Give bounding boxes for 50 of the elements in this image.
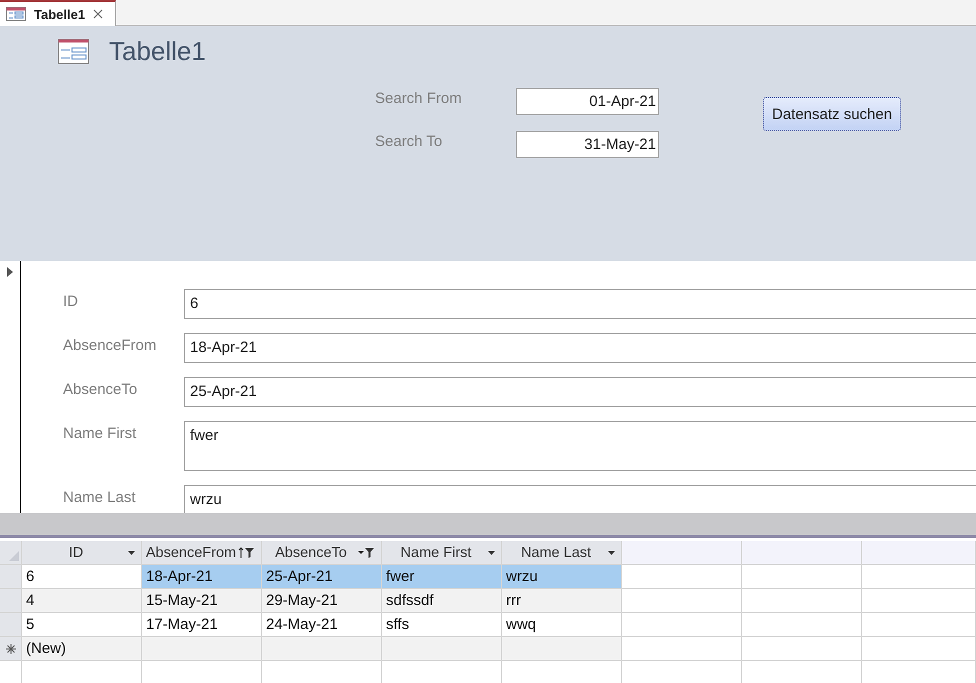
table-cell: wrzu — [502, 565, 622, 589]
table-cell: 4 — [22, 589, 142, 613]
table-cell: 6 — [22, 565, 142, 589]
dropdown-icon — [608, 550, 615, 554]
table-cell: sffs — [382, 613, 502, 637]
document-tab[interactable]: Tabelle1 — [0, 0, 116, 26]
close-icon — [93, 9, 104, 19]
sort-filter-icon — [238, 546, 255, 558]
field-label: AbsenceTo — [63, 380, 138, 400]
table-cell: 25-Apr-21 — [262, 565, 382, 589]
table-cell: 5 — [22, 613, 142, 637]
date-field[interactable]: 31-May-21 — [516, 131, 659, 158]
select-all-corner[interactable] — [0, 541, 22, 565]
field-label: Search From — [375, 90, 463, 107]
field-label: Name First — [63, 424, 138, 444]
date-field[interactable]: 01-Apr-21 — [516, 88, 659, 115]
dropdown-icon — [488, 550, 495, 554]
column-header[interactable]: AbsenceFrom — [142, 541, 262, 565]
table-cell: 17-May-21 — [142, 613, 262, 637]
column-header[interactable]: ID — [22, 541, 142, 565]
table-cell: 29-May-21 — [262, 589, 382, 613]
form-title: Tabelle1 — [109, 36, 206, 66]
table-cell: 15-May-21 — [142, 589, 262, 613]
column-header[interactable]: AbsenceTo — [262, 541, 382, 565]
text-field[interactable]: fwer — [184, 421, 976, 471]
table-cell: 18-Apr-21 — [142, 565, 262, 589]
form-icon — [58, 38, 89, 64]
search-button[interactable]: Datensatz suchen — [763, 97, 902, 131]
text-field[interactable]: 6 — [184, 289, 976, 319]
current-record-icon — [7, 267, 13, 277]
dropdown-icon — [128, 550, 135, 554]
field-label: Name Last — [63, 488, 137, 508]
table-cell: wwq — [502, 613, 622, 637]
field-label: AbsenceFrom — [63, 336, 158, 356]
table-cell: (New) — [22, 637, 142, 661]
corner-icon — [9, 551, 19, 561]
row-selector[interactable] — [0, 637, 22, 661]
filter-icon — [358, 546, 375, 558]
table-cell: sdfssdf — [382, 589, 502, 613]
column-header[interactable]: Name Last — [502, 541, 622, 565]
column-header[interactable]: Name First — [382, 541, 502, 565]
table-cell: fwer — [382, 565, 502, 589]
table-cell: 24-May-21 — [262, 613, 382, 637]
text-field[interactable]: 18-Apr-21 — [184, 333, 976, 363]
field-label: ID — [63, 292, 79, 312]
text-field[interactable]: 25-Apr-21 — [184, 377, 976, 407]
new-record-icon — [6, 644, 16, 654]
field-label: Search To — [375, 133, 444, 150]
form-icon — [6, 7, 26, 21]
table-cell: rrr — [502, 589, 622, 613]
